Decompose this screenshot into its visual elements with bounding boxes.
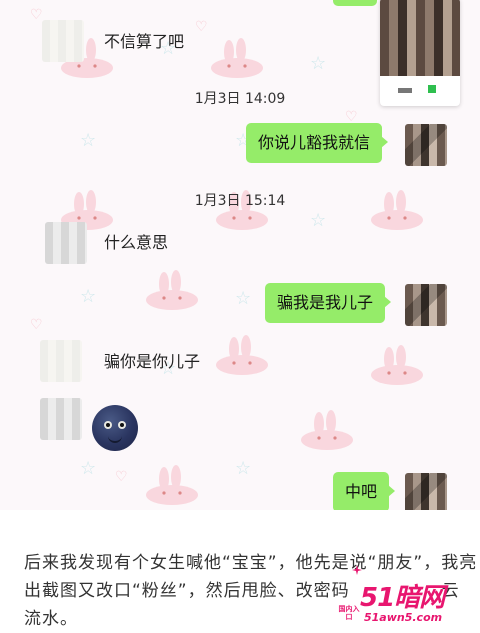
watermark-logo: 51暗网 (360, 583, 445, 613)
heart-pattern-icon: ♡ (30, 317, 43, 333)
user-avatar[interactable] (405, 473, 447, 510)
bunny-pattern-icon (211, 38, 263, 78)
incoming-message[interactable]: 骗你是你儿子 (104, 351, 200, 373)
contact-avatar[interactable] (40, 398, 82, 440)
incoming-message[interactable]: 什么意思 (104, 232, 168, 254)
timestamp: 1月3日 14:09 (194, 91, 286, 107)
contact-avatar[interactable] (45, 222, 87, 264)
star-pattern-icon: ☆ (80, 458, 97, 479)
bunny-pattern-icon (146, 465, 198, 505)
caption-line-part: 出截图又改口“粉丝”，然后甩脸、改密码 (24, 581, 350, 601)
heart-pattern-icon: ♡ (30, 7, 43, 23)
outgoing-message-bubble[interactable]: 中吧 (333, 472, 396, 510)
incoming-message[interactable]: 不信算了吧 (104, 31, 184, 53)
contact-avatar[interactable] (40, 340, 82, 382)
emoji-eye (104, 421, 112, 429)
timestamp: 1月3日 15:14 (194, 193, 286, 209)
outgoing-message-bubble[interactable]: 骗我是我儿子 (265, 283, 392, 323)
watermark-url: 51awn5.com (364, 611, 443, 624)
user-avatar[interactable] (405, 124, 447, 166)
bunny-pattern-icon (146, 270, 198, 310)
pixelated-image (380, 0, 460, 76)
site-watermark: 51暗网 国内入口 51awn5.com (338, 565, 478, 631)
outgoing-message-bubble[interactable]: 你说儿豁我就信 (246, 123, 389, 163)
star-pattern-icon: ☆ (310, 53, 327, 74)
emoji-mouth (108, 436, 122, 443)
partial-outgoing-bubble[interactable] (333, 0, 377, 6)
bunny-pattern-icon (371, 345, 423, 385)
user-avatar[interactable] (405, 284, 447, 326)
heart-pattern-icon: ♡ (115, 469, 128, 485)
sticker-message[interactable] (92, 405, 138, 451)
star-pattern-icon: ☆ (80, 130, 97, 151)
star-pattern-icon: ☆ (235, 288, 252, 309)
star-pattern-icon: ☆ (310, 210, 327, 231)
emoji-eye (118, 421, 126, 429)
contact-avatar[interactable] (42, 20, 84, 62)
star-pattern-icon: ☆ (235, 458, 252, 479)
heart-pattern-icon: ♡ (195, 19, 208, 35)
chat-area[interactable]: ☆ ☆ ☆ ☆ ☆ ☆ ☆ ☆ ☆ ☆ ♡ ♡ ♡ ♡ ♡ 不信算了吧 1月3日… (0, 0, 480, 510)
star-pattern-icon: ☆ (80, 286, 97, 307)
watermark-badge: 国内入口 (338, 605, 360, 621)
bunny-pattern-icon (301, 410, 353, 450)
bunny-pattern-icon (216, 335, 268, 375)
heart-pattern-icon: ♡ (345, 109, 358, 125)
sparkle-icon (352, 565, 362, 575)
